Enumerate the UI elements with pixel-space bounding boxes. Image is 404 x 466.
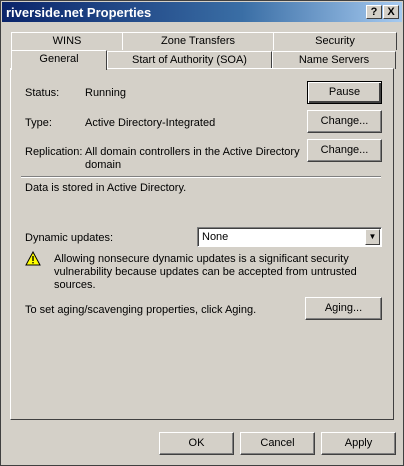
title-bar: riverside.net Properties ? X (2, 2, 402, 22)
type-value: Active Directory-Integrated (85, 117, 216, 129)
warning-icon (25, 251, 41, 266)
status-value: Running (85, 87, 126, 99)
status-label: Status: (25, 87, 60, 99)
chevron-down-icon[interactable]: ▼ (365, 229, 380, 245)
cancel-button[interactable]: Cancel (240, 432, 315, 455)
warning-text-line1: Allowing nonsecure dynamic updates is a … (54, 253, 349, 265)
dynamic-updates-value: None (202, 231, 229, 243)
close-button[interactable]: X (383, 5, 399, 19)
dynamic-updates-select[interactable]: None ▼ (197, 227, 382, 247)
help-button[interactable]: ? (366, 5, 382, 19)
replication-label: Replication: (25, 146, 83, 158)
replication-change-button[interactable]: Change... (307, 139, 382, 162)
type-label: Type: (25, 117, 52, 129)
apply-button[interactable]: Apply (321, 432, 396, 455)
aging-button[interactable]: Aging... (305, 297, 382, 320)
dynamic-updates-label: Dynamic updates: (25, 232, 114, 244)
tab-wins[interactable]: WINS (11, 32, 123, 50)
tab-security[interactable]: Security (273, 32, 397, 50)
warning-text-line2: vulnerability because updates can be acc… (54, 266, 357, 278)
pause-button[interactable]: Pause (307, 81, 382, 104)
tab-general[interactable]: General (11, 50, 107, 70)
tab-start-of-authority[interactable]: Start of Authority (SOA) (107, 51, 272, 69)
separator (21, 176, 381, 178)
type-change-button[interactable]: Change... (307, 110, 382, 133)
tab-name-servers[interactable]: Name Servers (272, 51, 396, 69)
properties-dialog: riverside.net Properties ? X WINS Zone T… (0, 0, 404, 466)
replication-value-line2: domain (85, 159, 122, 171)
data-stored-text: Data is stored in Active Directory. (25, 182, 187, 194)
window-title: riverside.net Properties (6, 5, 152, 20)
tab-zone-transfers[interactable]: Zone Transfers (122, 32, 274, 50)
general-tab-panel: Status: Running Pause Type: Active Direc… (10, 68, 394, 420)
replication-value-line1: All domain controllers in the Active Dir… (85, 146, 300, 158)
ok-button[interactable]: OK (159, 432, 234, 455)
warning-text-line3: sources. (54, 279, 96, 291)
aging-instruction-text: To set aging/scavenging properties, clic… (25, 304, 257, 316)
